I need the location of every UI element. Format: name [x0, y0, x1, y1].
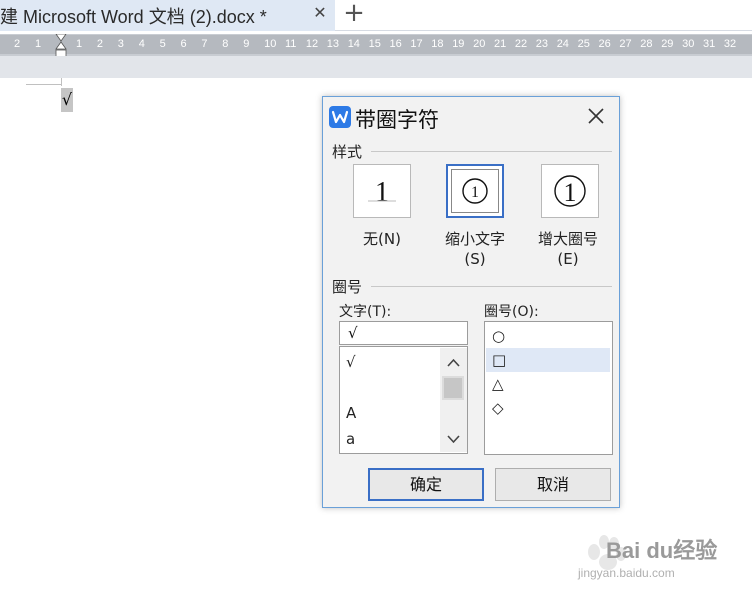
ruler-tick-label: 18 [431, 38, 444, 50]
ruler-tick-label: 30 [682, 38, 695, 50]
watermark-url: jingyan.baidu.com [578, 566, 675, 580]
ruler-tick-label: 29 [661, 38, 674, 50]
ruler-tick-label: 27 [619, 38, 632, 50]
text-list-item[interactable]: √ [346, 353, 356, 371]
style-shrink-text-option[interactable]: 1 [446, 164, 504, 218]
text-input[interactable]: √ [339, 321, 468, 345]
triangle-shape-icon: △ [492, 375, 504, 393]
ruler-tick-label: 7 [201, 38, 208, 50]
ruler-tick-label: 6 [180, 38, 187, 50]
document-tab[interactable]: 建 Microsoft Word 文档 (2).docx * ✕ [0, 0, 335, 31]
cancel-button[interactable]: 取消 [495, 468, 611, 501]
style-shrink-glyph: 1 [471, 184, 479, 201]
new-tab-icon[interactable]: + [342, 0, 366, 27]
ruler-tick-label: 31 [703, 38, 716, 50]
ruler-tick-label: 14 [347, 38, 360, 50]
ruler-tick-label: 11 [285, 38, 297, 50]
screen: 建 Microsoft Word 文档 (2).docx * ✕ + √ 带圈字… [0, 0, 752, 599]
ruler-shadow [0, 56, 752, 78]
ruler-tick-label: 2 [96, 38, 104, 50]
scroll-up-icon[interactable] [440, 354, 467, 372]
style-none-glyph: 1 [375, 177, 389, 208]
circle-section-label: 圈号 [332, 278, 363, 296]
ruler-tick-label: 17 [410, 38, 423, 50]
text-list-item[interactable]: a [346, 430, 355, 448]
tab-bar: 建 Microsoft Word 文档 (2).docx * ✕ + [0, 0, 752, 31]
circle-section-divider [371, 286, 612, 287]
watermark-brand: Bai du经验 [606, 538, 718, 563]
style-none-option[interactable]: 1 [353, 164, 411, 218]
text-listbox[interactable]: √ A a [339, 346, 468, 454]
ruler-tick-label: 4 [138, 38, 145, 50]
page-margin-mark [26, 84, 62, 85]
ruler-tick-label: 32 [723, 38, 737, 50]
ruler-tick-label: 22 [514, 38, 528, 50]
page-margin-mark-vertical [61, 78, 62, 86]
style-none-caption: 无(N) [363, 230, 401, 248]
shape-list-item[interactable]: ○ [486, 324, 610, 348]
text-list-scrollbar[interactable] [440, 348, 467, 452]
shape-field-label: 圈号(O): [484, 304, 539, 320]
ruler-tick-label: 12 [305, 38, 319, 50]
ruler-tick-label: 28 [640, 38, 653, 50]
shape-list-item[interactable]: ◇ [486, 396, 610, 420]
dialog-title: 带圈字符 [355, 108, 439, 132]
style-section-divider [371, 151, 612, 152]
shape-list-item[interactable]: △ [486, 372, 610, 396]
scroll-thumb[interactable] [442, 376, 464, 400]
text-list-item[interactable]: A [346, 404, 356, 422]
ruler-tick-label: 10 [264, 38, 277, 50]
selected-check-character[interactable]: √ [61, 88, 73, 112]
text-field-label: 文字(T): [339, 304, 392, 320]
ruler-tick-label: 20 [473, 38, 486, 50]
ruler-tick-label: 15 [368, 38, 381, 50]
ruler-tick-label: 19 [452, 38, 465, 50]
ruler-tick-label: 1 [35, 38, 42, 50]
ruler-tick-label: 9 [243, 38, 250, 50]
diamond-shape-icon: ◇ [492, 399, 504, 417]
ok-button[interactable]: 确定 [368, 468, 484, 501]
ruler-tick-label: 16 [389, 38, 402, 50]
indent-marker-icon[interactable] [55, 34, 67, 58]
style-shrink-caption: 缩小文字(S) [444, 230, 505, 268]
shape-listbox[interactable]: ○ □ △ ◇ [484, 321, 613, 455]
ruler-tick-label: 24 [556, 38, 569, 50]
enclose-characters-dialog: 带圈字符 样式 1 1 1 无(N) 缩小文字(S) 增大圈号(E) 圈号 文字… [322, 96, 620, 508]
close-tab-icon[interactable]: ✕ [312, 3, 328, 23]
close-icon[interactable] [585, 105, 607, 127]
ruler-tick-label: 2 [14, 38, 21, 50]
ruler-tick-label: 5 [159, 38, 166, 50]
square-shape-icon: □ [492, 351, 507, 369]
style-section-label: 样式 [332, 143, 363, 161]
scroll-down-icon[interactable] [440, 430, 467, 448]
ruler-tick-label: 1 [76, 38, 83, 50]
style-enlarge-glyph: 1 [564, 178, 577, 207]
ruler-tick-label: 26 [598, 38, 611, 50]
style-enlarge-circle-option[interactable]: 1 [541, 164, 599, 218]
ruler-tick-label: 13 [326, 38, 340, 50]
ruler-tick-label: 23 [535, 38, 549, 50]
tab-title: 建 Microsoft Word 文档 (2).docx * [0, 7, 267, 27]
shape-list-item-selected[interactable]: □ [486, 348, 610, 372]
ruler-tick-label: 21 [494, 38, 507, 50]
style-enlarge-caption: 增大圈号(E) [537, 230, 598, 268]
ruler-tick-label: 8 [222, 38, 229, 50]
wps-logo-icon [329, 106, 351, 128]
ruler-tick-label: 25 [577, 38, 590, 50]
circle-shape-icon: ○ [492, 327, 506, 345]
ruler-tick-label: 3 [117, 38, 124, 50]
